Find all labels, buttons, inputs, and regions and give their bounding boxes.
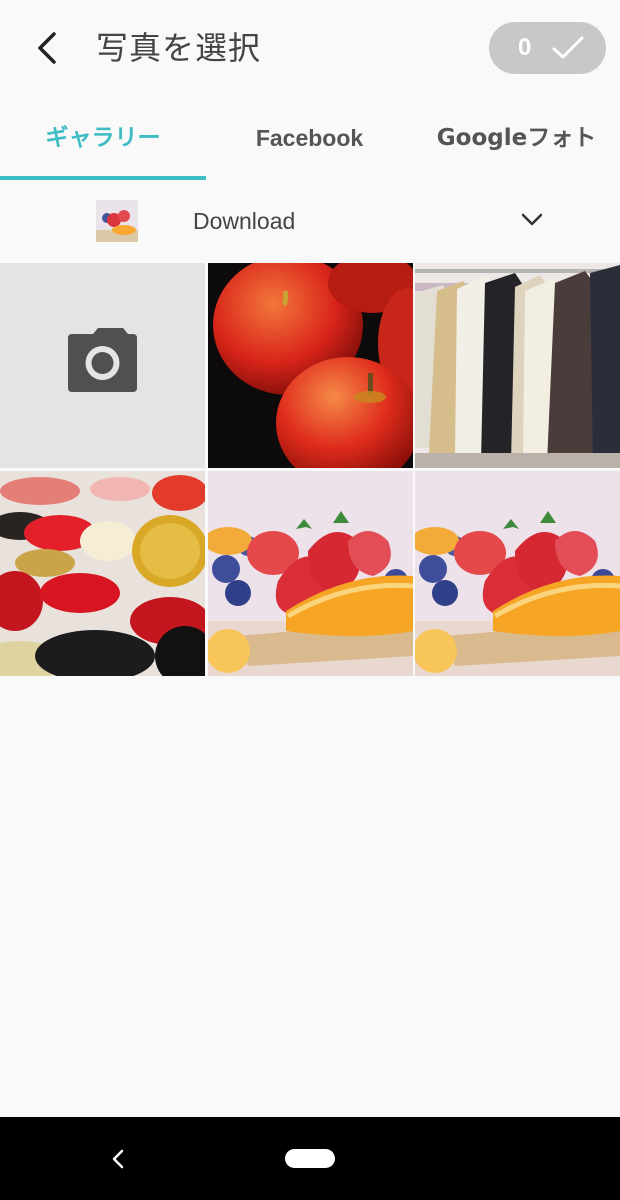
chevron-down-icon[interactable] [518, 206, 546, 234]
source-tabs: ギャラリー Facebook Googleフォト [0, 100, 620, 180]
confirm-selection-button[interactable]: 0 [489, 22, 606, 74]
nav-home-pill[interactable] [285, 1149, 335, 1168]
check-icon [551, 34, 585, 62]
album-name: Download [193, 208, 296, 234]
photo-thumbnail[interactable] [415, 471, 620, 676]
photo-thumbnail[interactable] [208, 471, 413, 676]
album-thumbnail [96, 200, 138, 242]
nav-back-icon[interactable] [104, 1145, 132, 1173]
camera-tile[interactable] [0, 263, 205, 468]
photo-thumbnail[interactable] [415, 263, 620, 468]
back-arrow-icon[interactable] [22, 22, 74, 74]
tab-google-photos[interactable]: Googleフォト [413, 100, 620, 176]
camera-icon [0, 263, 205, 468]
page-title: 写真を選択 [96, 29, 262, 67]
photo-thumbnail[interactable] [0, 471, 205, 676]
album-selector[interactable]: Download [0, 180, 620, 260]
tab-facebook[interactable]: Facebook [206, 100, 413, 176]
system-navigation-bar [0, 1117, 620, 1200]
photo-thumbnail[interactable] [208, 263, 413, 468]
selected-count: 0 [518, 34, 532, 61]
app-header: 写真を選択 0 [0, 0, 620, 96]
tab-gallery[interactable]: ギャラリー [0, 100, 206, 176]
